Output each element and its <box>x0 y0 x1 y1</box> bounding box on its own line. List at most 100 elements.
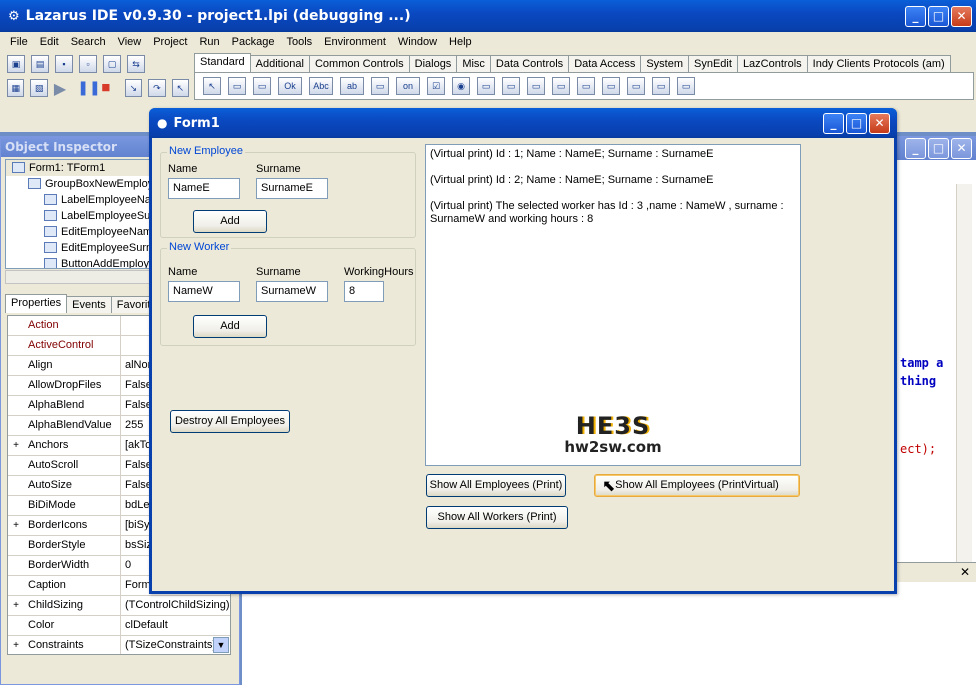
palette-tab-data-controls[interactable]: Data Controls <box>489 55 570 72</box>
expand-icon[interactable] <box>8 316 24 335</box>
expand-icon[interactable] <box>8 576 24 595</box>
menu-item-run[interactable]: Run <box>193 36 225 48</box>
run-icon[interactable]: ▶ <box>54 79 71 99</box>
expand-icon[interactable] <box>8 556 24 575</box>
step-over-icon[interactable]: ↷ <box>148 79 166 97</box>
palette-tab-additional[interactable]: Additional <box>249 55 310 72</box>
memo-icon[interactable]: ▭ <box>371 77 389 95</box>
expand-icon[interactable] <box>8 496 24 515</box>
property-value[interactable]: 0 <box>121 556 131 575</box>
menu-item-project[interactable]: Project <box>147 36 193 48</box>
expand-icon[interactable]: + <box>8 596 24 615</box>
palette-tab-standard[interactable]: Standard <box>194 53 251 72</box>
group-box-icon[interactable]: ▭ <box>552 77 570 95</box>
form1-title-bar[interactable]: ● Form1 _ □ ✕ <box>149 108 897 138</box>
step-into-icon[interactable]: ↘ <box>124 79 143 97</box>
combo-box-icon[interactable]: ▭ <box>502 77 520 95</box>
show-all-employees-print-button[interactable]: Show All Employees (Print) <box>426 474 566 497</box>
property-value[interactable]: (TControlChildSizing) <box>121 596 230 615</box>
menu-item-file[interactable]: File <box>4 36 34 48</box>
minimize-button[interactable]: _ <box>905 6 926 27</box>
view-units-icon[interactable]: ▦ <box>7 79 25 97</box>
palette-tab-common-controls[interactable]: Common Controls <box>308 55 410 72</box>
palette-tab-synedit[interactable]: SynEdit <box>688 55 738 72</box>
menu-item-search[interactable]: Search <box>65 36 112 48</box>
editor-scrollbar[interactable] <box>956 184 972 564</box>
property-value[interactable] <box>121 336 125 355</box>
add-employee-button[interactable]: Add <box>193 210 267 233</box>
action-list-icon[interactable]: ▭ <box>677 77 695 95</box>
menu-item-tools[interactable]: Tools <box>280 36 318 48</box>
menu-item-edit[interactable]: Edit <box>34 36 65 48</box>
property-value[interactable]: (TSizeConstraints) <box>121 636 216 654</box>
editor-close-button[interactable]: ✕ <box>951 138 972 159</box>
add-worker-button[interactable]: Add <box>193 315 267 338</box>
new-unit-icon[interactable]: ▣ <box>7 55 25 73</box>
label-icon[interactable]: Abc <box>309 77 333 95</box>
expand-icon[interactable] <box>8 336 24 355</box>
worker-hours-input[interactable]: 8 <box>344 281 384 302</box>
inspector-tab-properties[interactable]: Properties <box>5 294 68 313</box>
save-icon[interactable]: ▪ <box>55 55 73 73</box>
property-row[interactable]: Color clDefault <box>8 616 230 636</box>
messages-close-icon[interactable]: ✕ <box>960 565 970 579</box>
employee-surname-input[interactable]: SurnameE <box>256 178 328 199</box>
menu-item-environment[interactable]: Environment <box>318 36 392 48</box>
checkbox-icon[interactable]: ☑ <box>427 77 445 95</box>
expand-icon[interactable] <box>8 396 24 415</box>
expand-icon[interactable] <box>8 616 24 635</box>
expand-icon[interactable] <box>8 536 24 555</box>
menu-item-help[interactable]: Help <box>443 36 478 48</box>
frame-icon[interactable]: ▭ <box>652 77 670 95</box>
property-value[interactable]: False <box>121 476 152 495</box>
property-value[interactable]: 255 <box>121 416 143 435</box>
palette-tab-lazcontrols[interactable]: LazControls <box>736 55 808 72</box>
view-forms-icon[interactable]: ▧ <box>30 79 48 97</box>
open-icon[interactable]: ▤ <box>31 55 49 73</box>
expand-icon[interactable] <box>8 456 24 475</box>
palette-tab-data-access[interactable]: Data Access <box>568 55 642 72</box>
palette-tab-system[interactable]: System <box>640 55 690 72</box>
destroy-all-employees-button[interactable]: Destroy All Employees <box>170 410 290 433</box>
check-group-icon[interactable]: ▭ <box>602 77 620 95</box>
property-value[interactable] <box>121 316 125 335</box>
expand-icon[interactable] <box>8 376 24 395</box>
main-menu-icon[interactable]: ▭ <box>228 77 246 95</box>
form1-minimize-button[interactable]: _ <box>823 113 844 134</box>
property-value[interactable]: clDefault <box>121 616 168 635</box>
worker-surname-input[interactable]: SurnameW <box>256 281 328 302</box>
scroll-bar-icon[interactable]: ▭ <box>527 77 545 95</box>
expand-icon[interactable]: + <box>8 436 24 455</box>
stop-icon[interactable]: ■ <box>101 79 118 99</box>
step-out-icon[interactable]: ↖ <box>171 79 190 97</box>
save-all-icon[interactable]: ▫ <box>79 55 97 73</box>
palette-tab-misc[interactable]: Misc <box>456 55 491 72</box>
output-memo[interactable]: (Virtual print) Id : 1; Name : NameE; Su… <box>425 144 801 466</box>
property-grid-scroll-down-icon[interactable]: ▼ <box>213 637 229 653</box>
menu-item-view[interactable]: View <box>112 36 148 48</box>
list-box-icon[interactable]: ▭ <box>477 77 495 95</box>
show-all-workers-print-button[interactable]: Show All Workers (Print) <box>426 506 568 529</box>
toggle-box-icon[interactable]: on <box>396 77 420 95</box>
menu-item-package[interactable]: Package <box>226 36 281 48</box>
panel-icon[interactable]: ▭ <box>627 77 645 95</box>
property-row[interactable]: + Constraints (TSizeConstraints) <box>8 636 230 654</box>
button-icon[interactable]: Ok <box>278 77 302 95</box>
expand-icon[interactable] <box>8 416 24 435</box>
palette-tab-indy-clients-protocols-am-[interactable]: Indy Clients Protocols (am) <box>806 55 951 72</box>
palette-tab-dialogs[interactable]: Dialogs <box>408 55 458 72</box>
pause-icon[interactable]: ❚❚ <box>77 79 100 99</box>
radio-button-icon[interactable]: ◉ <box>452 77 470 95</box>
show-all-employees-virtual-button[interactable]: Show All Employees (PrintVirtual) <box>594 474 800 497</box>
form1-close-button[interactable]: ✕ <box>869 113 890 134</box>
worker-name-input[interactable]: NameW <box>168 281 240 302</box>
property-row[interactable]: + ChildSizing (TControlChildSizing) <box>8 596 230 616</box>
maximize-button[interactable]: □ <box>928 6 949 27</box>
property-value[interactable]: False <box>121 456 152 475</box>
expand-icon[interactable] <box>8 356 24 375</box>
popup-menu-icon[interactable]: ▭ <box>253 77 271 95</box>
ide-title-bar[interactable]: ⚙ Lazarus IDE v0.9.30 - project1.lpi (de… <box>0 0 976 32</box>
employee-name-input[interactable]: NameE <box>168 178 240 199</box>
toggle-form-icon[interactable]: ⇆ <box>127 55 145 73</box>
pointer-icon[interactable]: ↖ <box>203 77 221 95</box>
